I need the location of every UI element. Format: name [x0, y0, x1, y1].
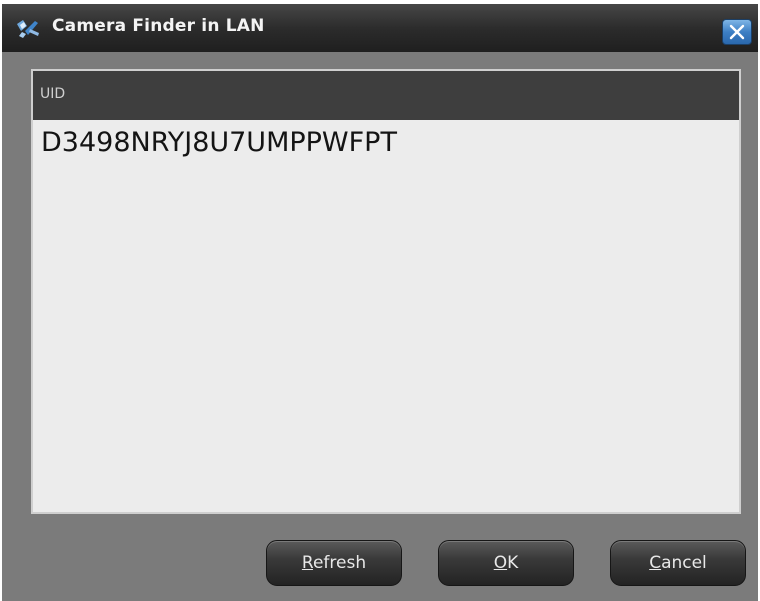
cancel-label: ancel	[661, 553, 707, 573]
window-title: Camera Finder in LAN	[52, 16, 265, 36]
camera-finder-dialog: Camera Finder in LAN UID D3498NRYJ8U7UMP…	[2, 4, 758, 601]
close-button[interactable]	[722, 19, 752, 45]
uid-column-label: UID	[40, 86, 66, 102]
ok-label: K	[507, 553, 519, 573]
title-bar[interactable]: Camera Finder in LAN	[2, 4, 758, 52]
list-item[interactable]: D3498NRYJ8U7UMPPWFPT	[41, 127, 397, 158]
refresh-label: efresh	[312, 553, 367, 573]
cancel-mnemonic: C	[649, 553, 662, 573]
refresh-button[interactable]: Refresh	[266, 540, 402, 586]
camera-icon	[17, 20, 39, 38]
close-icon	[729, 24, 745, 40]
refresh-mnemonic: R	[301, 553, 313, 573]
camera-uid-list[interactable]: UID D3498NRYJ8U7UMPPWFPT	[31, 69, 741, 514]
ok-button[interactable]: OK	[438, 540, 574, 586]
uid-column-header[interactable]: UID	[33, 71, 739, 120]
cancel-button[interactable]: Cancel	[610, 540, 746, 586]
ok-mnemonic: O	[493, 553, 508, 573]
